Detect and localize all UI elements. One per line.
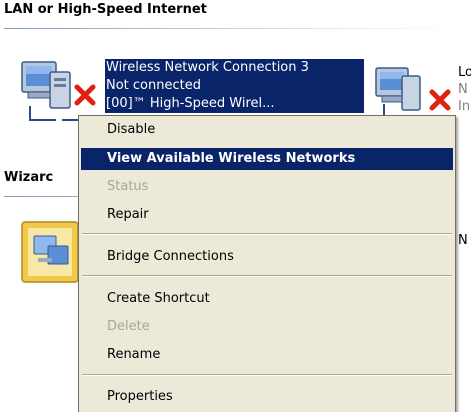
menu-item-repair[interactable]: Repair (81, 204, 453, 226)
local-connection-status: N (458, 82, 468, 97)
wireless-connection-name: Wireless Network Connection 3 (106, 60, 309, 75)
lan-group-header: LAN or High-Speed Internet (4, 2, 207, 17)
menu-separator (82, 275, 452, 277)
red-x-icon (428, 88, 452, 112)
wizard-item-label: N (458, 233, 468, 248)
wireless-connection-status: Not connected (106, 78, 201, 93)
menu-item-view-wireless-networks[interactable]: View Available Wireless Networks (81, 148, 453, 170)
menu-item-status: Status (107, 179, 149, 194)
lan-group-rule (4, 28, 464, 29)
local-connection-name: Lo (458, 65, 471, 80)
menu-item-delete: Delete (107, 319, 150, 334)
menu-separator (82, 233, 452, 235)
menu-item-create-shortcut[interactable]: Create Shortcut (81, 288, 453, 310)
menu-separator (82, 374, 452, 376)
network-connections-window: LAN or High-Speed Internet Wireless Netw… (0, 0, 471, 412)
red-x-icon (72, 82, 98, 108)
menu-item-bridge-connections[interactable]: Bridge Connections (81, 246, 453, 268)
local-connection-device: In (458, 99, 471, 114)
menu-item-disable[interactable]: Disable (81, 119, 453, 141)
wireless-connection-device: [00]™ High-Speed Wirel... (106, 96, 275, 111)
network-wizard-icon[interactable] (20, 220, 82, 286)
context-menu: Disable View Available Wireless Networks… (78, 115, 456, 412)
menu-item-rename[interactable]: Rename (81, 344, 453, 366)
wizard-group-header: Wizarc (4, 170, 54, 185)
menu-item-properties[interactable]: Properties (81, 386, 453, 408)
wireless-connection-label[interactable]: Wireless Network Connection 3 Not connec… (105, 59, 364, 113)
